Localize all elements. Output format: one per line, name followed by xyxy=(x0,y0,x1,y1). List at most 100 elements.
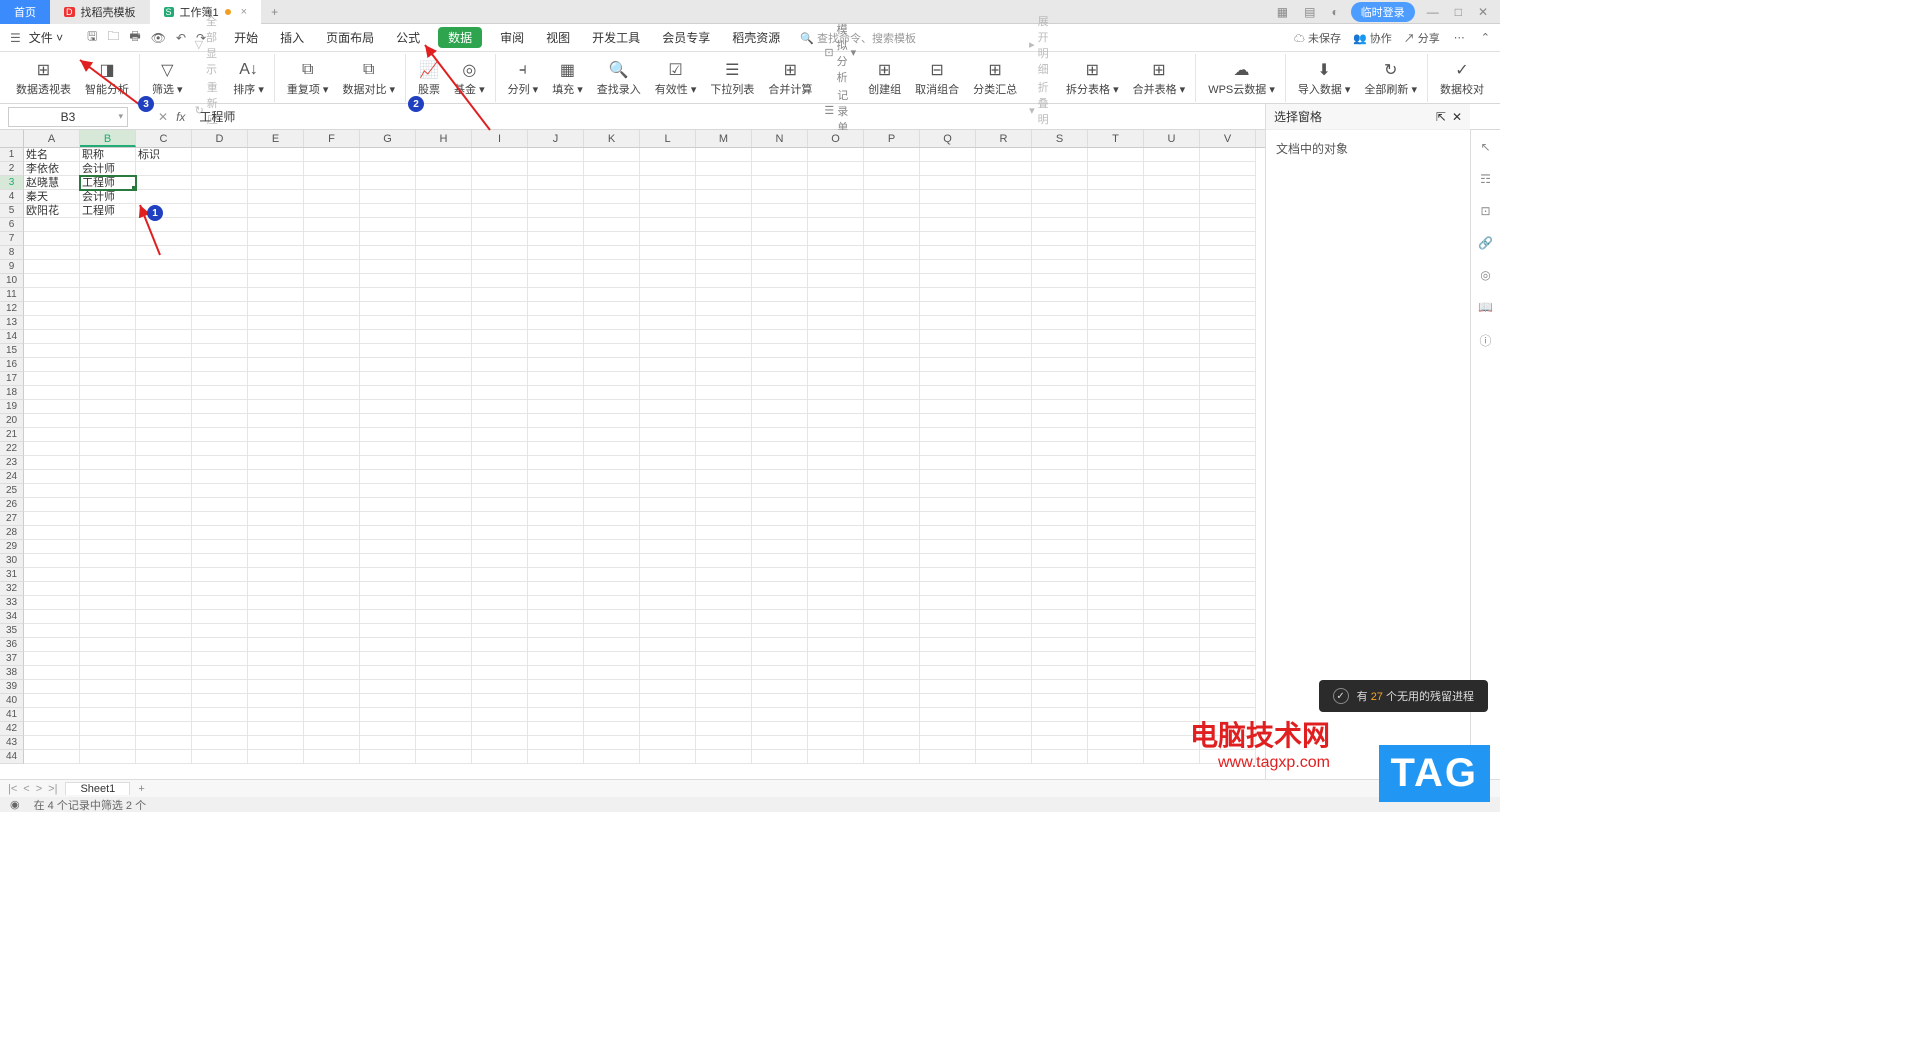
smart-analysis-button[interactable]: ◨智能分析 xyxy=(79,54,140,102)
cell[interactable] xyxy=(976,736,1032,750)
cell[interactable] xyxy=(1144,694,1200,708)
cell[interactable] xyxy=(920,232,976,246)
cell[interactable] xyxy=(304,344,360,358)
cell[interactable] xyxy=(24,232,80,246)
cell[interactable] xyxy=(696,316,752,330)
split-col-button[interactable]: ⫞分列 ▾ xyxy=(502,54,545,102)
cell[interactable] xyxy=(360,638,416,652)
cell[interactable] xyxy=(640,372,696,386)
cell[interactable] xyxy=(304,484,360,498)
cell[interactable] xyxy=(1144,162,1200,176)
cell[interactable] xyxy=(752,330,808,344)
cell[interactable] xyxy=(360,316,416,330)
create-group-button[interactable]: ⊞创建组 xyxy=(862,54,907,102)
cell[interactable] xyxy=(528,624,584,638)
cell[interactable] xyxy=(864,456,920,470)
cell[interactable] xyxy=(1144,428,1200,442)
cell[interactable] xyxy=(80,428,136,442)
cell[interactable] xyxy=(472,386,528,400)
cell[interactable] xyxy=(584,358,640,372)
cell[interactable] xyxy=(304,750,360,764)
cell[interactable] xyxy=(1200,232,1256,246)
cell[interactable] xyxy=(1088,526,1144,540)
fill-button[interactable]: ▦填充 ▾ xyxy=(546,54,589,102)
cell[interactable] xyxy=(1144,652,1200,666)
cell[interactable] xyxy=(1032,190,1088,204)
cell[interactable] xyxy=(696,400,752,414)
clipboard-tool-icon[interactable]: ⊡ xyxy=(1480,204,1490,218)
cell[interactable] xyxy=(80,218,136,232)
cell[interactable] xyxy=(1088,484,1144,498)
cell[interactable] xyxy=(976,470,1032,484)
cell[interactable] xyxy=(360,204,416,218)
cell[interactable] xyxy=(1032,638,1088,652)
cell[interactable] xyxy=(472,148,528,162)
fx-icon[interactable]: fx xyxy=(176,110,185,124)
cell[interactable] xyxy=(1144,610,1200,624)
select-tool-icon[interactable]: ↖ xyxy=(1480,140,1490,154)
cell[interactable] xyxy=(80,288,136,302)
add-sheet-button[interactable]: + xyxy=(130,783,152,795)
cell[interactable] xyxy=(752,736,808,750)
cell[interactable] xyxy=(1088,442,1144,456)
cell[interactable] xyxy=(808,610,864,624)
cell[interactable] xyxy=(416,428,472,442)
cell[interactable] xyxy=(192,512,248,526)
cell[interactable] xyxy=(976,400,1032,414)
cell[interactable] xyxy=(360,386,416,400)
cell[interactable] xyxy=(24,372,80,386)
cell[interactable] xyxy=(248,498,304,512)
cell[interactable] xyxy=(808,694,864,708)
row-header[interactable]: 43 xyxy=(0,736,24,750)
cell[interactable] xyxy=(24,456,80,470)
cell[interactable] xyxy=(192,358,248,372)
cell[interactable] xyxy=(360,498,416,512)
cell[interactable] xyxy=(472,554,528,568)
cell[interactable] xyxy=(24,344,80,358)
cell[interactable] xyxy=(472,708,528,722)
cell[interactable] xyxy=(192,736,248,750)
cell[interactable] xyxy=(1144,330,1200,344)
cell[interactable] xyxy=(752,204,808,218)
formula-input[interactable]: 工程师 xyxy=(193,108,235,125)
menu-tab-8[interactable]: 会员专享 xyxy=(658,27,714,48)
cell[interactable] xyxy=(808,736,864,750)
style-tool-icon[interactable]: ☶ xyxy=(1480,172,1491,186)
cell[interactable] xyxy=(808,330,864,344)
cell[interactable] xyxy=(248,400,304,414)
cell[interactable] xyxy=(528,652,584,666)
cell[interactable] xyxy=(80,680,136,694)
cell[interactable] xyxy=(976,554,1032,568)
col-header[interactable]: I xyxy=(472,130,528,147)
cell[interactable] xyxy=(136,638,192,652)
filter-button[interactable]: ▽筛选 ▾ xyxy=(146,54,189,102)
cell[interactable] xyxy=(528,470,584,484)
row-header[interactable]: 7 xyxy=(0,232,24,246)
cell[interactable] xyxy=(1088,610,1144,624)
cell[interactable] xyxy=(976,694,1032,708)
cell[interactable] xyxy=(416,540,472,554)
cell[interactable] xyxy=(584,260,640,274)
cell[interactable] xyxy=(640,400,696,414)
cell[interactable] xyxy=(1088,316,1144,330)
cell[interactable] xyxy=(136,526,192,540)
cell[interactable] xyxy=(976,624,1032,638)
cell[interactable] xyxy=(1200,176,1256,190)
row-header[interactable]: 1 xyxy=(0,148,24,162)
cell[interactable] xyxy=(864,610,920,624)
cell[interactable]: 标识 xyxy=(136,148,192,162)
cell[interactable] xyxy=(584,666,640,680)
cell[interactable] xyxy=(640,610,696,624)
cell[interactable] xyxy=(472,512,528,526)
cell[interactable] xyxy=(640,386,696,400)
cell[interactable] xyxy=(1088,470,1144,484)
cell[interactable] xyxy=(864,316,920,330)
cell[interactable] xyxy=(1200,330,1256,344)
cell[interactable] xyxy=(24,610,80,624)
cell[interactable] xyxy=(1200,414,1256,428)
cell[interactable] xyxy=(24,218,80,232)
cell[interactable] xyxy=(976,666,1032,680)
cell[interactable] xyxy=(752,260,808,274)
cell[interactable] xyxy=(808,750,864,764)
cell[interactable] xyxy=(192,680,248,694)
